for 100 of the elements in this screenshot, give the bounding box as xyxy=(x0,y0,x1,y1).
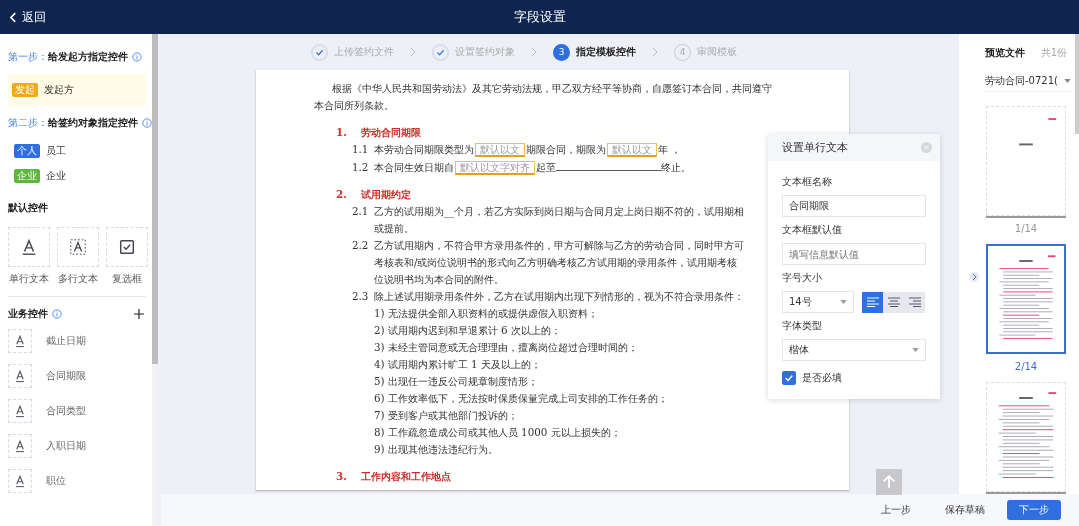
clause-text: 期限合同，期限为 xyxy=(526,143,606,155)
text-icon xyxy=(20,238,38,256)
step-label: 设置签约对象 xyxy=(455,45,515,59)
font-size-select[interactable]: 14号 xyxy=(782,291,854,313)
clause-text: 终止。 xyxy=(661,161,691,173)
field-label: 字体类型 xyxy=(782,319,823,333)
caret-icon xyxy=(1064,79,1071,83)
file-select[interactable]: 劳动合同-0721( xyxy=(985,71,1071,92)
page-number: 1/14 xyxy=(1014,223,1038,234)
save-draft-button[interactable]: 保存草稿 xyxy=(933,500,997,520)
heading: 工作内容和工作地点 xyxy=(361,470,451,482)
control-tile[interactable] xyxy=(57,227,99,267)
text-icon xyxy=(8,399,32,423)
chevron-icon xyxy=(531,47,537,57)
checkbox-label: 是否必填 xyxy=(802,371,842,385)
page-title: 字段设置 xyxy=(513,8,566,26)
business-control[interactable]: 合同期限 xyxy=(8,364,152,388)
chevron-icon xyxy=(410,47,416,57)
field-label: 字号大小 xyxy=(782,271,823,285)
file-count: 共1份 xyxy=(1040,46,1067,60)
clause-text: 4) 试用期内累计旷工 1 天及以上的； xyxy=(374,358,541,370)
paragraph: 本合同所列条款。 xyxy=(314,99,394,111)
role-tag: 个人 xyxy=(14,144,40,158)
section-title: 业务控件 xyxy=(8,307,48,321)
clause-text: 起至 xyxy=(536,161,556,173)
clause-text: 位说明书均为本合同的附件。 xyxy=(374,273,504,285)
name-field[interactable]: 合同期限 xyxy=(782,195,926,217)
checkbox-icon xyxy=(118,238,136,256)
checkbox[interactable] xyxy=(782,371,796,385)
party-item[interactable]: 企业 企业 xyxy=(8,165,152,187)
heading: 试用期约定 xyxy=(361,188,411,200)
step-label: 第二步： xyxy=(8,116,48,130)
step-label: 指定模板控件 xyxy=(576,45,636,59)
scroll-top-button[interactable] xyxy=(876,469,902,495)
control-label: 单行文本 xyxy=(9,272,49,286)
back-icon xyxy=(10,11,17,23)
clause-text: 8) 工作疏忽造成公司或其他人员 1000 元以上损失的； xyxy=(374,426,621,438)
next-button[interactable]: 下一步 xyxy=(1007,500,1061,520)
page-number: 2/14 xyxy=(1014,361,1038,372)
clause-text: 乙方试用期内，不符合甲方录用条件的，甲方可解除与乙方的劳动合同，同时甲方可 xyxy=(374,239,744,251)
align-left-button[interactable] xyxy=(862,291,883,313)
section-title: 给发起方指定控件 xyxy=(48,50,128,64)
align-left-icon xyxy=(866,297,879,307)
info-icon[interactable] xyxy=(142,118,152,128)
step-number: 3 xyxy=(553,43,570,61)
align-right-icon xyxy=(908,297,921,307)
previous-button[interactable]: 上一步 xyxy=(869,500,923,520)
clause-number: 2.3 xyxy=(352,289,370,304)
clause-text: 3) 未经主管同意或无合理理由，擅离岗位超过合理时间的； xyxy=(374,341,638,353)
text-icon xyxy=(8,329,32,353)
clause-text: 5) 出现任一违反公司规章制度情形； xyxy=(374,375,538,387)
clause-number: 2.1 xyxy=(352,204,370,219)
info-icon[interactable] xyxy=(52,309,62,319)
info-icon[interactable] xyxy=(132,52,142,62)
clause-number: 1.1 xyxy=(352,142,370,157)
business-control[interactable]: 合同类型 xyxy=(8,399,152,423)
expand-icon[interactable] xyxy=(969,270,979,284)
caret-icon xyxy=(840,300,847,304)
role-tag: 企业 xyxy=(14,169,40,183)
arrow-up-icon xyxy=(882,475,896,489)
step-label: 第一步： xyxy=(8,50,48,64)
control-tile[interactable] xyxy=(106,227,148,267)
heading: 劳动合同期限 xyxy=(361,126,421,138)
font-type-select[interactable]: 楷体 xyxy=(782,339,926,361)
section-title: 给签约对象指定控件 xyxy=(48,116,138,130)
field-label: 文本框名称 xyxy=(782,175,833,189)
clause-text: 除上述试用期录用条件外，乙方在试用期内出现下列情形的，视为不符合录用条件： xyxy=(374,290,744,302)
section-title: 默认控件 xyxy=(8,201,49,215)
clause-text: 本劳动合同期限类型为 xyxy=(374,143,474,155)
role-tag: 发起 xyxy=(12,83,38,97)
clause-number: 1.2 xyxy=(352,160,370,175)
panel-title: 预览文件 xyxy=(985,46,1025,60)
page-thumbnail[interactable] xyxy=(986,244,1066,354)
chevron-icon xyxy=(652,47,658,57)
step-label: 审阅模板 xyxy=(697,45,737,59)
clause-text: 年 ， xyxy=(658,143,682,155)
party-item[interactable]: 个人 员工 xyxy=(8,140,152,162)
caret-icon xyxy=(912,348,919,352)
clause-text: 7) 受到客户或其他部门投诉的； xyxy=(374,409,518,421)
business-control[interactable]: 职位 xyxy=(8,469,152,493)
control-label: 复选框 xyxy=(112,272,142,286)
text-area-icon xyxy=(69,238,87,256)
party-item[interactable]: 发起 发起方 xyxy=(8,74,146,106)
business-control[interactable]: 截止日期 xyxy=(8,329,152,353)
align-center-icon xyxy=(887,297,900,307)
heading-number: 1. xyxy=(336,125,348,140)
clause-text: 乙方的试用期为__个月，若乙方实际到岗日期与合同月定上岗日期不符的，试用期相 xyxy=(374,205,745,217)
check-icon xyxy=(784,373,794,383)
heading-number: 3. xyxy=(336,469,348,484)
back-button[interactable]: 返回 xyxy=(0,0,56,34)
business-control[interactable]: 入职日期 xyxy=(8,434,152,458)
clause-text: 本合同生效日期自 xyxy=(374,161,454,173)
field-label: 文本框默认值 xyxy=(782,223,843,237)
heading-number: 2. xyxy=(336,187,348,202)
control-tile[interactable] xyxy=(8,227,50,267)
clause-text: 2) 试用期内迟到和早退累计 6 次以上的； xyxy=(374,324,561,336)
clause-text: 9) 出现其他违法违纪行为。 xyxy=(374,443,498,455)
default-value-field[interactable]: 填写信息默认值 xyxy=(782,243,926,265)
add-icon[interactable] xyxy=(134,309,144,319)
text-icon xyxy=(8,469,32,493)
